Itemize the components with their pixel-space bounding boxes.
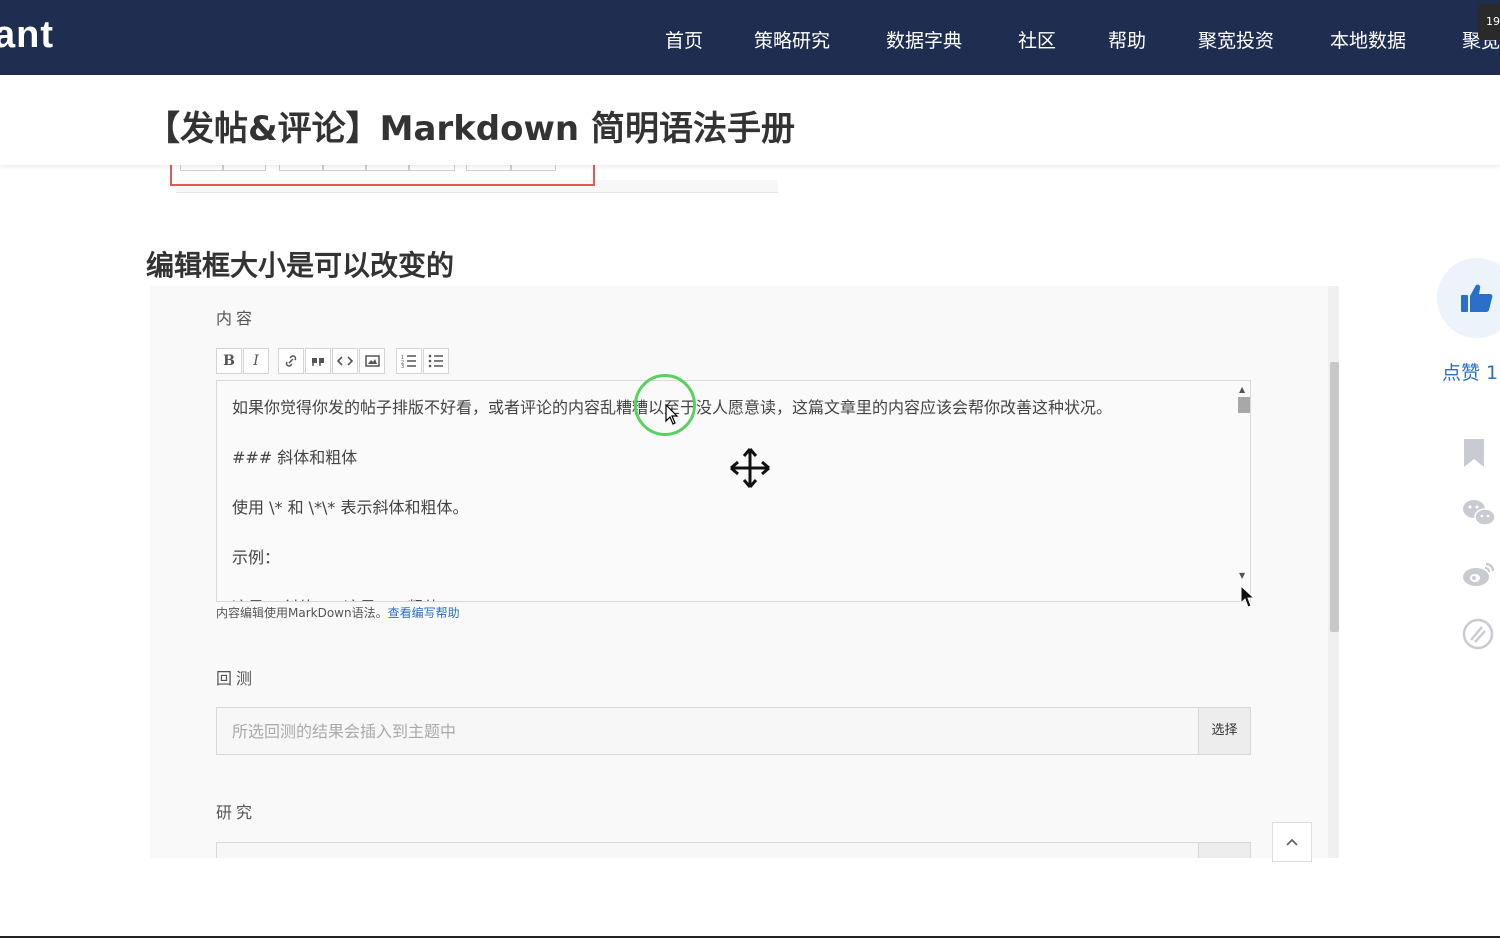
thumbs-up-icon (1461, 284, 1493, 312)
back-to-top-button[interactable] (1272, 822, 1312, 862)
panel-scrollbar-thumb[interactable] (1330, 362, 1339, 632)
backtest-input[interactable] (217, 708, 1198, 754)
markdown-editor[interactable]: 如果你觉得你发的帖子排版不好看，或者评论的内容乱糟糟以至于没人愿意读，这篇文章里… (216, 380, 1251, 602)
share-icon[interactable] (1462, 618, 1494, 654)
research-input[interactable] (216, 842, 1199, 858)
editor-scrollbar-thumb[interactable] (1238, 397, 1250, 413)
mouse-pointer-icon (665, 404, 679, 425)
move-cursor-icon (730, 448, 770, 488)
nav-item-data-dictionary[interactable]: 数据字典 (886, 26, 962, 53)
editor-line: 示例： (232, 548, 281, 567)
nav-item-home[interactable]: 首页 (665, 26, 703, 53)
resize-pointer-icon (1240, 585, 1256, 608)
editor-scrollbar[interactable]: ▲ ▼ (1233, 381, 1250, 601)
article-title-bar: 【发帖&评论】Markdown 简明语法手册 (0, 75, 1500, 165)
bookmark-icon[interactable] (1462, 438, 1486, 472)
code-icon[interactable] (332, 348, 358, 374)
help-text: 内容编辑使用MarkDown语法。 (216, 606, 388, 620)
quote-icon[interactable] (305, 348, 331, 374)
nav-item-help[interactable]: 帮助 (1108, 26, 1146, 53)
select-research-button[interactable] (1198, 842, 1251, 858)
nav-item-joinquant-invest[interactable]: 聚宽投资 (1198, 26, 1274, 53)
top-navbar: ant 首页 策略研究 数据字典 社区 帮助 聚宽投资 本地数据 聚宽 19 (0, 0, 1500, 75)
unordered-list-icon[interactable] (423, 348, 449, 374)
image-icon[interactable] (359, 348, 385, 374)
select-backtest-button[interactable]: 选择 (1198, 707, 1251, 755)
nav-item-local-data[interactable]: 本地数据 (1330, 26, 1406, 53)
backtest-input-wrapper (216, 707, 1199, 755)
editor-line: ### 斜体和粗体 (232, 448, 358, 467)
nav-item-strategy-research[interactable]: 策略研究 (754, 26, 830, 53)
corner-badge: 19 (1478, 4, 1500, 40)
scroll-down-arrow-icon[interactable]: ▼ (1239, 571, 1245, 580)
weibo-icon[interactable] (1462, 560, 1496, 592)
like-button[interactable] (1437, 258, 1500, 338)
site-logo[interactable]: ant (0, 14, 54, 57)
scroll-up-arrow-icon[interactable]: ▲ (1239, 385, 1245, 394)
page-title: 【发帖&评论】Markdown 简明语法手册 (146, 109, 795, 149)
svg-text:3: 3 (401, 364, 404, 368)
wechat-icon[interactable] (1462, 498, 1496, 532)
link-icon[interactable] (278, 348, 304, 374)
content-label: 内容 (216, 309, 257, 328)
section-heading: 编辑框大小是可以改变的 (146, 249, 455, 282)
help-link[interactable]: 查看编写帮助 (388, 606, 460, 620)
research-label: 研究 (216, 803, 257, 822)
nav-item-community[interactable]: 社区 (1018, 26, 1056, 53)
like-count-label[interactable]: 点赞 1 (1442, 358, 1498, 385)
editor-line: 这是 \*斜体\*，这是 \*\*粗体\*\*。 (232, 594, 483, 601)
bold-icon[interactable]: B (216, 348, 242, 374)
editor-help-text: 内容编辑使用MarkDown语法。查看编写帮助 (216, 604, 460, 621)
ordered-list-icon[interactable]: 123 (396, 348, 422, 374)
italic-icon[interactable]: I (243, 348, 269, 374)
editor-line: 使用 \* 和 \*\* 表示斜体和粗体。 (232, 498, 469, 517)
backtest-label: 回测 (216, 669, 257, 688)
